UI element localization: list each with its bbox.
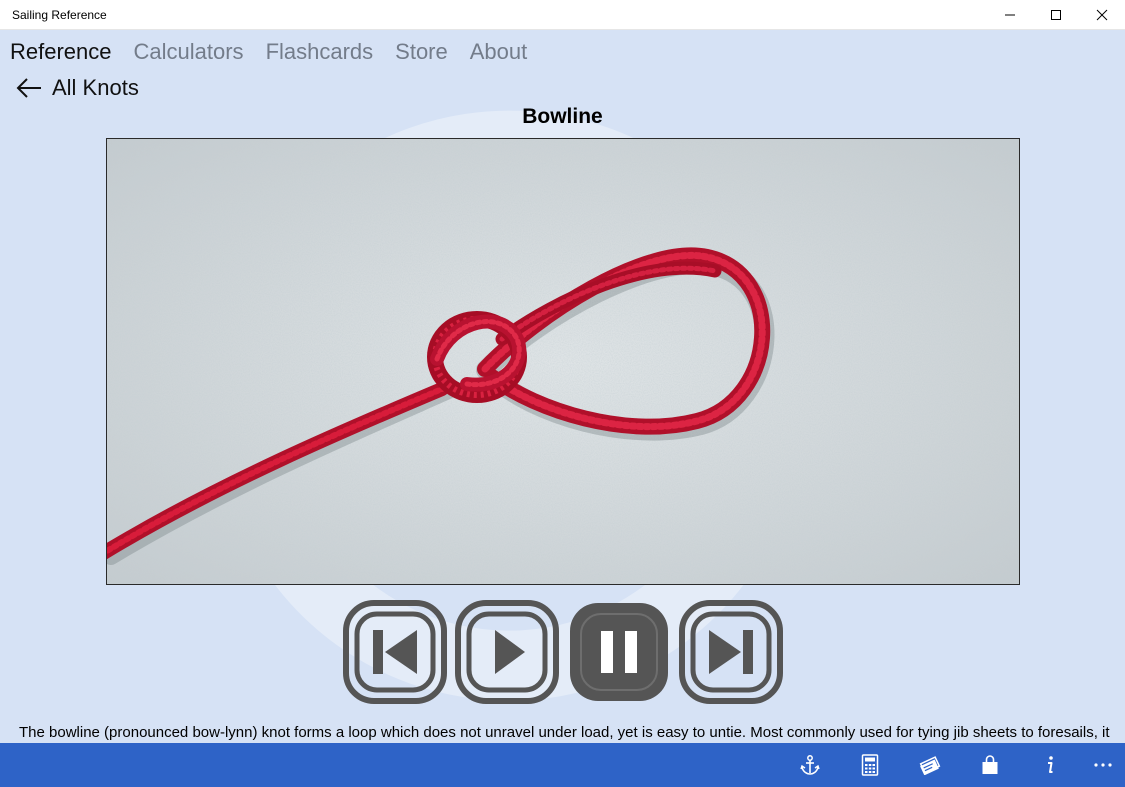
- close-icon: [1096, 9, 1108, 20]
- calculator-icon: [861, 754, 879, 776]
- window-title: Sailing Reference: [12, 7, 107, 22]
- maximize-button[interactable]: [1033, 0, 1079, 30]
- reference-appbar-button[interactable]: [790, 751, 830, 779]
- nav-item-about[interactable]: About: [470, 39, 528, 65]
- knot-video[interactable]: [106, 138, 1020, 585]
- back-link-all-knots[interactable]: All Knots: [52, 75, 139, 101]
- pause-button[interactable]: [567, 600, 671, 704]
- flashcards-appbar-button[interactable]: [910, 751, 950, 779]
- page-title: Bowline: [522, 105, 603, 128]
- store-bag-icon: [982, 755, 998, 774]
- bottom-app-bar: [0, 743, 1125, 787]
- next-step-button[interactable]: [679, 600, 783, 704]
- minimize-icon: [1005, 14, 1015, 15]
- playback-controls: [343, 600, 783, 705]
- more-options-button[interactable]: [1083, 751, 1123, 779]
- breadcrumb: All Knots: [16, 72, 139, 104]
- previous-step-button[interactable]: [343, 600, 447, 704]
- bowline-knot-image: [107, 139, 1019, 584]
- knot-description: The bowline (pronounced bow-lynn) knot f…: [19, 724, 1114, 741]
- close-button[interactable]: [1079, 0, 1125, 30]
- calculators-appbar-button[interactable]: [850, 751, 890, 779]
- main-navigation: Reference Calculators Flashcards Store A…: [10, 36, 549, 68]
- anchor-icon: [800, 755, 820, 775]
- maximize-icon: [1051, 9, 1061, 20]
- window-titlebar: Sailing Reference: [0, 0, 1125, 30]
- back-arrow-icon[interactable]: [16, 77, 42, 99]
- more-icon: [1094, 763, 1112, 767]
- nav-item-store[interactable]: Store: [395, 39, 448, 65]
- minimize-button[interactable]: [987, 0, 1033, 30]
- info-icon: [1048, 756, 1053, 773]
- about-appbar-button[interactable]: [1030, 751, 1070, 779]
- nav-item-reference[interactable]: Reference: [10, 39, 112, 65]
- nav-item-calculators[interactable]: Calculators: [134, 39, 244, 65]
- flashcard-icon: [919, 756, 941, 775]
- store-appbar-button[interactable]: [970, 751, 1010, 779]
- nav-item-flashcards[interactable]: Flashcards: [266, 39, 374, 65]
- play-button[interactable]: [455, 600, 559, 704]
